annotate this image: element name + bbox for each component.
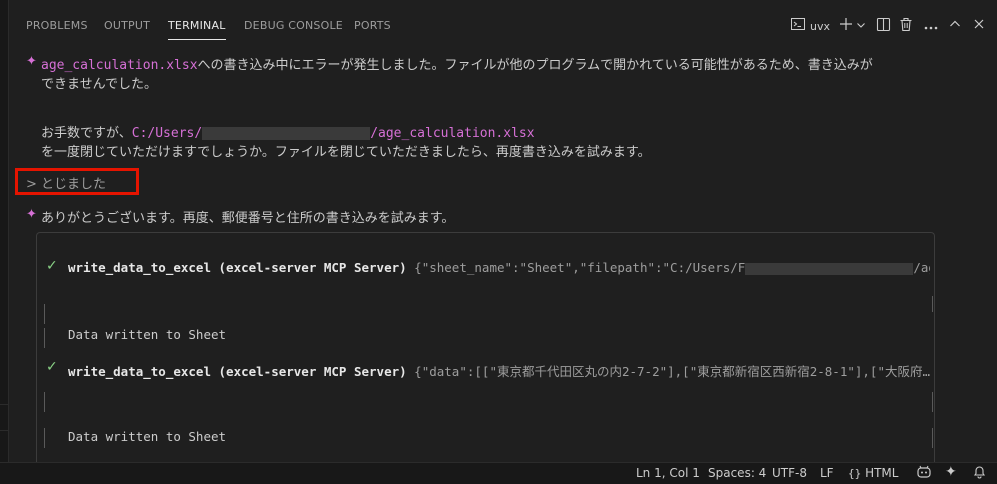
file-path-end: /age_calculation.xlsx [370, 126, 535, 141]
terminal-name: uvx [810, 19, 830, 33]
redacted-username [745, 262, 914, 275]
tool-call-args: {"sheet_name":"Sheet","filepath":"C:/Use… [406, 260, 746, 275]
tool-divider [932, 296, 933, 312]
line-ending[interactable]: LF [820, 466, 834, 480]
tool-divider [44, 304, 45, 324]
tab-terminal[interactable]: TERMINAL [168, 19, 226, 40]
tool-call-args: {"data":[["東京都千代田区丸の内2-7-2"],["東京都新宿区西新宿… [406, 364, 930, 379]
tab-ports[interactable]: PORTS [354, 19, 391, 32]
braces-icon: {} [848, 467, 862, 480]
tab-debug-console[interactable]: DEBUG CONSOLE [244, 19, 343, 32]
chevron-up-icon [949, 18, 961, 34]
trash-icon [899, 17, 913, 36]
check-icon: ✓ [46, 359, 58, 375]
maximize-panel-button[interactable] [946, 15, 964, 37]
tool-divider [932, 428, 933, 448]
tool-divider [44, 328, 45, 348]
tool-call-name: write_data_to_excel (excel-server MCP Se… [68, 364, 407, 379]
tool-call-result: Data written to Sheet [68, 429, 227, 444]
redacted-username [202, 127, 371, 140]
panel-tabbar: PROBLEMS OUTPUT TERMINAL DEBUG CONSOLE P… [8, 0, 997, 52]
tool-call-row[interactable]: write_data_to_excel (excel-server MCP Se… [68, 361, 930, 380]
close-icon [973, 18, 985, 34]
terminal-icon [790, 16, 806, 36]
split-icon [876, 17, 891, 36]
sparkle-icon[interactable]: ✦ [945, 464, 957, 480]
tool-divider [44, 428, 45, 448]
new-terminal-button[interactable] [838, 15, 854, 37]
close-panel-button[interactable] [970, 15, 988, 37]
chevron-down-icon [856, 19, 866, 34]
language-mode[interactable]: {} HTML [848, 466, 898, 480]
encoding[interactable]: UTF-8 [772, 466, 807, 480]
plus-icon [839, 17, 853, 35]
tool-call-name: write_data_to_excel (excel-server MCP Se… [68, 260, 407, 275]
tool-divider [932, 392, 933, 412]
kill-terminal-button[interactable] [897, 15, 915, 37]
tool-call-result: Data written to Sheet [68, 327, 227, 342]
split-terminal-button[interactable] [874, 15, 892, 37]
gutter-divider [0, 404, 8, 405]
sparkle-icon: ✦ [26, 207, 37, 222]
copilot-icon[interactable] [916, 465, 932, 482]
ellipsis-icon [924, 19, 938, 34]
tool-divider [44, 392, 45, 412]
indentation[interactable]: Spaces: 4 [708, 466, 766, 480]
assistant-message-2-line-1: お手数ですが、C:/Users//age_calculation.xlsx [41, 126, 535, 141]
assistant-message-2-line-2: を一度閉じていただけますでしょうか。ファイルを閉じていただきましたら、再度書き込… [41, 145, 651, 160]
check-icon: ✓ [46, 258, 58, 274]
file-path-start: C:/Users/ [131, 126, 203, 141]
assistant-message-1-line-1: age_calculation.xlsxへの書き込み中にエラーが発生しました。フ… [41, 58, 873, 73]
bell-icon[interactable] [973, 465, 986, 482]
tab-problems[interactable]: PROBLEMS [26, 19, 88, 32]
status-bar: Ln 1, Col 1 Spaces: 4 UTF-8 LF {} HTML ✦ [0, 462, 997, 484]
prompt-chevron: > [26, 177, 37, 192]
cursor-position[interactable]: Ln 1, Col 1 [636, 466, 700, 480]
tool-call-row[interactable]: write_data_to_excel (excel-server MCP Se… [68, 260, 930, 275]
terminal-content[interactable]: ✦ age_calculation.xlsxへの書き込み中にエラーが発生しました… [8, 52, 997, 473]
terminal-selector[interactable]: uvx [790, 15, 834, 37]
assistant-message-3: ありがとうございます。再度、郵便番号と住所の書き込みを試みます。 [41, 211, 455, 226]
sparkle-icon: ✦ [26, 54, 37, 69]
assistant-message-1-line-2: できませんでした。 [41, 77, 157, 92]
terminal-profiles-button[interactable] [854, 15, 868, 37]
more-actions-button[interactable] [922, 15, 940, 37]
tool-call-args-end: /age_cal… [913, 260, 930, 275]
user-reply: > とじました [26, 173, 106, 192]
user-reply-text: とじました [41, 177, 107, 192]
gutter-divider [0, 430, 8, 431]
file-name: age_calculation.xlsx [41, 58, 198, 73]
tab-output[interactable]: OUTPUT [104, 19, 150, 32]
